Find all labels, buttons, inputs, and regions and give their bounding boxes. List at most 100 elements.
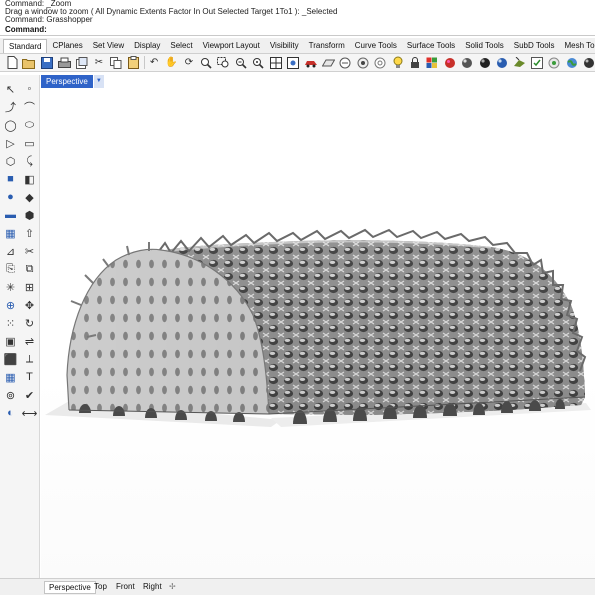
explode-icon[interactable]: ✳ bbox=[3, 280, 18, 295]
split-icon[interactable]: ⎘ bbox=[3, 262, 18, 277]
zoom-icon[interactable] bbox=[199, 56, 213, 70]
zoom-selected-icon[interactable] bbox=[251, 56, 265, 70]
move-icon[interactable]: ✥ bbox=[22, 298, 37, 313]
pan-hand-icon[interactable]: ✋ bbox=[165, 56, 179, 70]
arc-icon[interactable]: ▷ bbox=[3, 136, 18, 151]
view-tab-top[interactable]: Top bbox=[90, 581, 111, 594]
check-icon[interactable] bbox=[547, 56, 561, 70]
curve-edit-icon[interactable]: ⤹ bbox=[22, 154, 37, 169]
boolean-icon[interactable]: ⬢ bbox=[22, 208, 37, 223]
select-arrow-icon[interactable]: ↖ bbox=[3, 82, 18, 97]
render-sphere-icon[interactable] bbox=[460, 56, 474, 70]
tab-display[interactable]: Display bbox=[129, 39, 165, 53]
dimension-linear-icon[interactable]: ⟷ bbox=[22, 406, 38, 421]
lightbulb-icon[interactable] bbox=[391, 56, 405, 70]
command-prompt[interactable]: Command: bbox=[0, 24, 595, 36]
lock-icon[interactable] bbox=[408, 56, 422, 70]
array-icon[interactable]: ⁙ bbox=[3, 316, 18, 331]
add-view-tab-icon[interactable]: ✢ bbox=[165, 581, 180, 594]
rhino-window: Command: _Zoom Drag a window to zoom ( A… bbox=[0, 0, 595, 595]
print-icon[interactable] bbox=[57, 56, 71, 70]
globe-icon[interactable] bbox=[565, 56, 579, 70]
hide-icon[interactable] bbox=[356, 56, 370, 70]
chevron-down-icon[interactable]: ▼ bbox=[93, 75, 104, 88]
save-icon[interactable] bbox=[40, 56, 54, 70]
new-file-icon[interactable] bbox=[5, 56, 19, 70]
copy-icon[interactable] bbox=[109, 56, 123, 70]
tab-viewport-layout[interactable]: Viewport Layout bbox=[198, 39, 265, 53]
circle-icon[interactable]: ◯ bbox=[3, 118, 18, 133]
viewport-title[interactable]: Perspective ▼ bbox=[41, 75, 104, 88]
car-render-icon[interactable] bbox=[304, 56, 318, 70]
named-views-icon[interactable] bbox=[286, 56, 300, 70]
zoom-window-icon[interactable] bbox=[217, 56, 231, 70]
tab-visibility[interactable]: Visibility bbox=[265, 39, 304, 53]
cut-icon[interactable]: ✂ bbox=[92, 56, 106, 70]
options-icon[interactable] bbox=[530, 56, 544, 70]
material-sphere-icon[interactable] bbox=[478, 56, 492, 70]
tab-mesh-tools[interactable]: Mesh To bbox=[560, 39, 595, 53]
trim-icon[interactable]: ✂ bbox=[22, 244, 37, 259]
fillet-icon[interactable]: ⊿ bbox=[3, 244, 18, 259]
join-icon[interactable]: ⧉ bbox=[22, 262, 37, 277]
gumball-icon[interactable]: ⊕ bbox=[3, 298, 18, 313]
analyze-icon[interactable]: ⊚ bbox=[3, 388, 18, 403]
box-icon[interactable]: ■ bbox=[3, 172, 18, 187]
rotate-icon[interactable]: ↻ bbox=[22, 316, 37, 331]
rectangle-icon[interactable]: ▭ bbox=[22, 136, 37, 151]
left-toolbar: ↖ ◦ ⤴ ⌒ ◯ ⬭ ▷ ▭ ⬡ ⤹ ■ ◧ ● ◆ ▬ ⬢ ▦ ⇧ ⊿ ✂ ⎘ ⧉ ✳ ⊞ ⊕ ✥ ⁙ ↻ ▣ ⇌ ⬛ ⟂ ▦ T ⊚ ✔ ◐ ⟷ bbox=[0, 75, 40, 595]
point-icon[interactable]: ◦ bbox=[22, 82, 37, 97]
tab-transform[interactable]: Transform bbox=[304, 39, 350, 53]
open-file-icon[interactable] bbox=[22, 56, 36, 70]
polygon-icon[interactable]: ⬡ bbox=[3, 154, 18, 169]
block-icon[interactable]: ▣ bbox=[3, 334, 18, 349]
tab-cplanes[interactable]: CPlanes bbox=[47, 39, 87, 53]
mirror-icon[interactable]: ⇌ bbox=[22, 334, 37, 349]
rotate-view-icon[interactable]: ⟳ bbox=[182, 56, 196, 70]
dimension-icon[interactable]: ⟂ bbox=[22, 352, 37, 367]
perspective-viewport[interactable]: Perspective ▼ bbox=[41, 75, 595, 578]
view-tab-right[interactable]: Right bbox=[139, 581, 166, 594]
grid-icon[interactable]: ▦ bbox=[3, 370, 18, 385]
check-icon[interactable]: ✔ bbox=[22, 388, 37, 403]
surface-icon[interactable]: ◧ bbox=[22, 172, 37, 187]
render-preview-icon[interactable]: ◐ bbox=[3, 406, 18, 421]
layers-icon[interactable] bbox=[425, 56, 439, 70]
tab-subd-tools[interactable]: SubD Tools bbox=[509, 39, 560, 53]
tab-solid-tools[interactable]: Solid Tools bbox=[460, 39, 509, 53]
undo-icon[interactable]: ↶ bbox=[147, 56, 161, 70]
shade-icon[interactable] bbox=[443, 56, 457, 70]
left-toolbar-row: ■ ◧ bbox=[1, 171, 39, 187]
view-tab-front[interactable]: Front bbox=[112, 581, 139, 594]
mesh-icon[interactable]: ▦ bbox=[3, 226, 18, 241]
text-icon[interactable]: T bbox=[22, 370, 37, 385]
viewport-label[interactable]: Perspective bbox=[41, 75, 93, 88]
extrude-icon[interactable]: ⇧ bbox=[22, 226, 37, 241]
polyline-icon[interactable]: ⤴ bbox=[3, 100, 18, 115]
tab-select[interactable]: Select bbox=[165, 39, 197, 53]
show-icon[interactable] bbox=[373, 56, 387, 70]
viewport-tabs: Perspective Top Front Right ✢ bbox=[0, 578, 595, 595]
display-mode-icon[interactable] bbox=[338, 56, 352, 70]
zoom-extents-icon[interactable] bbox=[234, 56, 248, 70]
render-icon[interactable] bbox=[495, 56, 509, 70]
tab-set-view[interactable]: Set View bbox=[88, 39, 129, 53]
left-toolbar-row: ⊿ ✂ bbox=[1, 243, 39, 259]
cylinder-icon[interactable]: ▬ bbox=[3, 208, 18, 223]
solid-icon[interactable]: ◆ bbox=[22, 190, 37, 205]
group-icon[interactable]: ⊞ bbox=[22, 280, 37, 295]
view-tab-perspective[interactable]: Perspective bbox=[44, 581, 96, 594]
tab-surface-tools[interactable]: Surface Tools bbox=[402, 39, 460, 53]
help-icon[interactable] bbox=[582, 56, 595, 70]
cube-icon[interactable]: ⬛ bbox=[3, 352, 18, 367]
cplane-icon[interactable] bbox=[321, 56, 335, 70]
view-4-icon[interactable] bbox=[269, 56, 283, 70]
paste-icon[interactable] bbox=[127, 56, 141, 70]
ellipse-icon[interactable]: ⬭ bbox=[22, 118, 37, 133]
grasshopper-icon[interactable] bbox=[512, 56, 526, 70]
curve-icon[interactable]: ⌒ bbox=[22, 100, 37, 115]
tab-standard[interactable]: Standard bbox=[3, 39, 48, 53]
import-icon[interactable] bbox=[75, 56, 89, 70]
tab-curve-tools[interactable]: Curve Tools bbox=[350, 39, 402, 53]
sphere-icon[interactable]: ● bbox=[3, 190, 18, 205]
